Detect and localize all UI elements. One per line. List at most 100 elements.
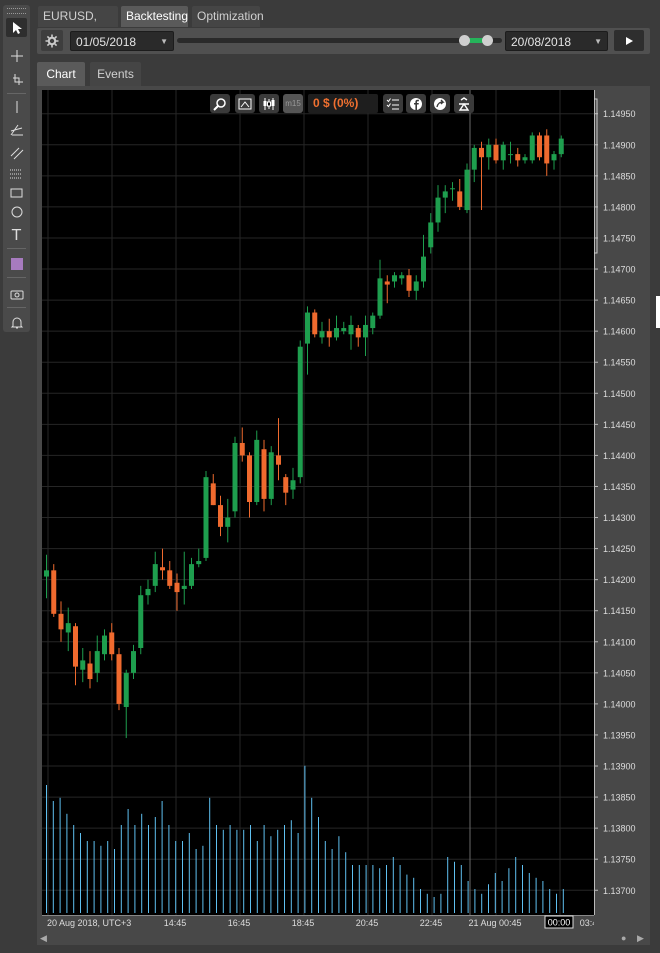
facebook-icon[interactable] [406, 94, 426, 113]
candle [116, 647, 122, 711]
candle-body [406, 275, 412, 291]
candle [261, 439, 267, 512]
timeframe-icon[interactable]: m15 [283, 94, 303, 113]
price-axis[interactable]: 1.14950 1.14900 1.14850 1.14800 1.14750 1.147… [594, 90, 650, 932]
chevron-down-icon: ▼ [594, 37, 602, 46]
price-label: 1.14450 [603, 420, 636, 430]
chevron-down-icon: ▼ [160, 37, 168, 46]
candle-body [319, 331, 325, 338]
candle [442, 185, 448, 214]
play-icon [626, 36, 633, 45]
time-label: 20:45 [356, 918, 379, 928]
price-label: 1.13900 [603, 762, 636, 772]
share-icon[interactable] [430, 94, 450, 113]
play-button[interactable] [614, 30, 644, 51]
tab-symbol[interactable]: EURUSD, m15 [38, 6, 118, 44]
ellipse-icon[interactable] [6, 202, 27, 221]
candle-body [297, 346, 303, 478]
candle-body [450, 188, 455, 190]
candle [522, 154, 528, 164]
start-date-select[interactable]: 01/05/2018 ▼ [70, 31, 174, 51]
crosshair-icon[interactable] [6, 46, 27, 65]
candle-body [384, 281, 390, 285]
cursor-time-label: 00:00 [548, 918, 571, 928]
candle-body [399, 275, 405, 279]
horizontal-scrollbar[interactable]: ◀ ● ▶ [37, 932, 650, 945]
parallel-lines-icon[interactable] [6, 143, 27, 162]
scroll-left-icon[interactable]: ◀ [40, 933, 47, 944]
cursor-icon[interactable] [6, 18, 27, 37]
alert-bell-icon[interactable] [6, 313, 27, 332]
candle-body [370, 315, 376, 329]
slider-handle-start[interactable] [459, 35, 470, 46]
price-label: 1.13850 [603, 793, 636, 803]
candle [131, 644, 136, 680]
end-date-select[interactable]: 20/08/2018 ▼ [505, 31, 608, 51]
time-axis[interactable]: 20 Aug 2018, UTC+3 14:45 16:45 18:45 20:45 22… [42, 915, 594, 932]
price-label: 1.14150 [603, 606, 636, 616]
color-swatch-icon[interactable] [6, 254, 27, 273]
zoom-tool-icon[interactable] [6, 70, 27, 89]
text-icon[interactable]: T [6, 225, 27, 244]
candle [152, 551, 158, 593]
window-edge [656, 296, 660, 328]
candle [319, 321, 325, 344]
candle-body [225, 517, 231, 527]
candle [196, 548, 202, 568]
slider-handle-end[interactable] [482, 35, 493, 46]
scroll-right-icon[interactable]: ▶ [637, 933, 644, 944]
zoom-icon[interactable] [210, 94, 230, 113]
candle-body [145, 588, 151, 596]
candle-body [247, 455, 252, 502]
candle [529, 132, 535, 164]
candle-body [189, 564, 194, 586]
drawing-icon[interactable] [454, 94, 474, 113]
candle-body [152, 564, 158, 586]
tab-backtesting[interactable]: Backtesting [121, 6, 188, 27]
tab-events[interactable]: Events [90, 62, 141, 86]
vertical-line-icon[interactable] [6, 97, 27, 116]
candle [326, 318, 332, 347]
candle [276, 418, 281, 481]
grid-tool-icon[interactable] [6, 165, 27, 184]
candle-body [283, 477, 289, 493]
candle-body [58, 613, 64, 630]
candle-body [413, 281, 419, 291]
candle-body [73, 626, 78, 667]
toolbar-grip[interactable] [7, 8, 26, 14]
settings-gear-icon[interactable] [41, 30, 63, 51]
chart-area[interactable] [42, 90, 594, 915]
candle-body [348, 324, 354, 335]
candle-body [377, 278, 383, 316]
candle [471, 144, 477, 183]
chart-settings-icon[interactable] [235, 94, 255, 113]
candle-body [529, 135, 535, 161]
scroll-thumb-icon[interactable]: ● [621, 933, 626, 943]
candle-body [493, 144, 499, 161]
volume-series [46, 765, 564, 913]
tab-chart[interactable]: Chart [37, 62, 85, 86]
candle [457, 178, 463, 211]
price-label: 1.14550 [603, 358, 636, 368]
backtest-panel: 01/05/2018 ▼ 20/08/2018 ▼ [37, 28, 650, 54]
price-label: 1.14950 [603, 109, 636, 119]
candle [341, 321, 347, 335]
date-range-slider[interactable] [177, 35, 502, 46]
candle-body [94, 651, 100, 673]
list-icon[interactable] [383, 94, 403, 113]
price-label: 1.14500 [603, 389, 636, 399]
candle [500, 141, 506, 170]
candle [355, 324, 361, 347]
candle-body [551, 154, 557, 161]
price-chart[interactable] [42, 90, 594, 915]
tab-optimization[interactable]: Optimization [192, 6, 264, 27]
candle-body [486, 144, 492, 158]
rectangle-icon[interactable] [6, 183, 27, 202]
fibonacci-icon[interactable] [6, 120, 27, 139]
grid-lines [42, 90, 594, 915]
candlestick-icon[interactable] [259, 94, 279, 113]
candle-body [544, 135, 550, 164]
candle [544, 129, 550, 176]
camera-icon[interactable] [6, 284, 27, 303]
candle-body [305, 312, 310, 344]
